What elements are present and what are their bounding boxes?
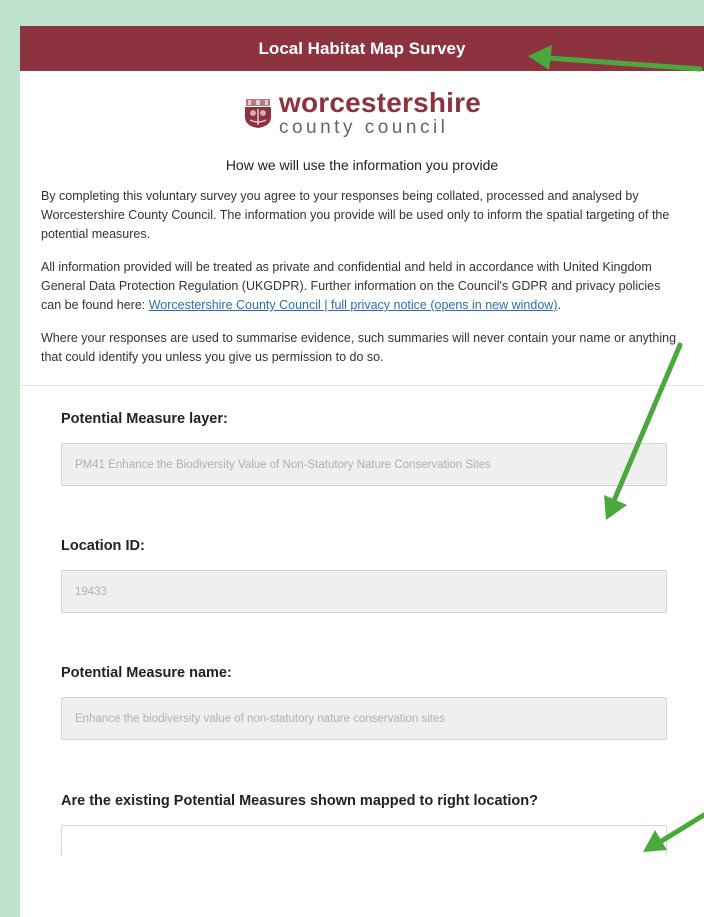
measure-layer-input[interactable]: PM41 Enhance the Biodiversity Value of N…	[61, 443, 667, 486]
field-measure-name: Potential Measure name: Enhance the biod…	[20, 665, 704, 740]
survey-panel: Local Habitat Map Survey worcestershire …	[20, 26, 704, 917]
intro-paragraph-2: All information provided will be treated…	[41, 258, 683, 315]
intro-paragraph-2-end: .	[557, 298, 561, 312]
location-question-label: Are the existing Potential Measures show…	[61, 793, 538, 809]
intro-heading: How we will use the information you prov…	[225, 157, 499, 173]
privacy-notice-link[interactable]: Worcestershire County Council | full pri…	[149, 298, 558, 312]
measure-name-input[interactable]: Enhance the biodiversity value of non-st…	[61, 697, 667, 740]
location-id-label: Location ID:	[61, 538, 145, 554]
intro-paragraph-3: Where your responses are used to summari…	[41, 331, 677, 364]
location-id-input[interactable]: 19433	[61, 570, 667, 613]
field-location-id: Location ID: 19433	[20, 538, 704, 613]
location-question-input[interactable]	[61, 825, 667, 856]
county-crest-icon	[244, 99, 271, 128]
section-divider	[20, 385, 704, 386]
measure-layer-label: Potential Measure layer:	[61, 411, 228, 427]
field-measure-layer: Potential Measure layer: PM41 Enhance th…	[20, 411, 704, 486]
field-location-question: Are the existing Potential Measures show…	[20, 793, 704, 856]
intro-text: By completing this voluntary survey you …	[20, 187, 704, 367]
measure-name-label: Potential Measure name:	[61, 665, 232, 681]
logo-line-2: county council	[278, 117, 449, 138]
survey-title: Local Habitat Map Survey	[258, 38, 466, 58]
council-logo: worcestershire county council	[20, 89, 704, 137]
logo-line-1: worcestershire	[278, 87, 481, 118]
survey-header: Local Habitat Map Survey	[20, 26, 704, 71]
intro-paragraph-1: By completing this voluntary survey you …	[41, 189, 670, 241]
